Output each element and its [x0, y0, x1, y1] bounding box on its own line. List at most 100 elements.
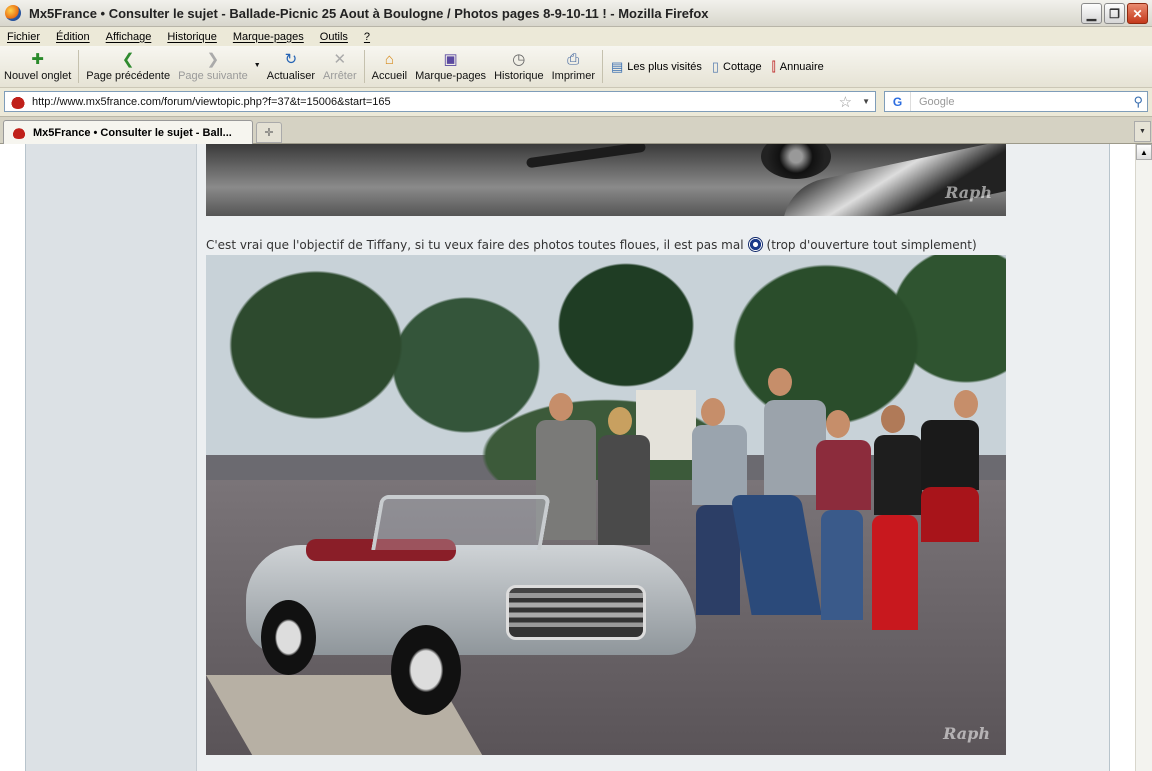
post-image-top: Raph	[206, 144, 1006, 216]
home-button[interactable]: ⌂ Accueil	[368, 46, 411, 87]
address-row: http://www.mx5france.com/forum/viewtopic…	[0, 88, 1152, 116]
photo-person	[921, 420, 979, 490]
history-label: Historique	[494, 70, 544, 82]
close-button[interactable]: ✕	[1127, 3, 1148, 24]
tab-active[interactable]: Mx5France • Consulter le sujet - Ball...	[3, 120, 253, 145]
photo-person-head	[826, 410, 850, 438]
chevron-down-icon: ▼	[253, 62, 261, 69]
forward-label: Page suivante	[178, 70, 248, 82]
print-label: Imprimer	[551, 70, 595, 82]
window-titlebar: Mx5France • Consulter le sujet - Ballade…	[0, 0, 1152, 27]
photo-car-windshield	[371, 495, 551, 550]
back-button[interactable]: ❮ Page précédente	[82, 46, 174, 87]
bookmark-label: Cottage	[723, 60, 762, 73]
photo-person-head	[881, 405, 905, 433]
post-text-before: C'est vrai que l'objectif de Tiffany, si…	[206, 237, 744, 252]
vertical-scrollbar[interactable]: ▲	[1135, 144, 1152, 771]
reload-icon: ↻	[284, 51, 298, 68]
menu-outils[interactable]: Outils	[320, 31, 348, 43]
photo-person	[874, 435, 922, 515]
forward-arrow-icon: ❯	[206, 51, 220, 68]
search-icon[interactable]: ⚲	[1133, 94, 1143, 110]
post-text-after: (trop d'ouverture tout simplement)	[766, 237, 977, 252]
history-dropdown-button[interactable]: ▼	[252, 46, 263, 87]
new-tab-plus-button[interactable]: ✛	[256, 122, 282, 143]
post-photo: Raph	[206, 255, 1006, 755]
bookmark-label: Annuaire	[779, 60, 824, 73]
scroll-up-button[interactable]: ▲	[1136, 144, 1152, 160]
post-text: C'est vrai que l'objectif de Tiffany, si…	[206, 237, 977, 252]
url-text[interactable]: http://www.mx5france.com/forum/viewtopic…	[32, 96, 839, 108]
toolbar-separator	[78, 50, 80, 83]
forward-button[interactable]: ❯ Page suivante	[174, 46, 252, 87]
bookmarks-button[interactable]: ▣ Marque-pages	[411, 46, 490, 87]
print-button[interactable]: ⎙ Imprimer	[548, 46, 599, 87]
annuaire-icon: ⫿	[771, 58, 776, 74]
minimize-button[interactable]: ▁	[1081, 3, 1102, 24]
menu-help[interactable]: ?	[364, 31, 370, 43]
clock-icon: ◷	[512, 51, 526, 68]
toolbar-separator	[601, 50, 603, 83]
home-label: Accueil	[371, 70, 408, 82]
tab-title: Mx5France • Consulter le sujet - Ball...	[33, 127, 232, 139]
image-detail	[525, 144, 647, 169]
window-title: Mx5France • Consulter le sujet - Ballade…	[29, 5, 709, 21]
bookmark-star-icon[interactable]: ☆	[839, 93, 852, 111]
new-tab-label: Nouvel onglet	[4, 70, 72, 82]
bookmark-folder-icon: ▤	[610, 58, 624, 74]
history-button[interactable]: ◷ Historique	[490, 46, 548, 87]
reload-button[interactable]: ↻ Actualiser	[263, 46, 319, 87]
maximize-button[interactable]: ❐	[1104, 3, 1125, 24]
window-controls: ▁ ❐ ✕	[1081, 3, 1148, 24]
photo-person	[696, 505, 740, 615]
smiley-icon	[747, 237, 763, 252]
home-icon: ⌂	[384, 50, 394, 68]
menu-historique[interactable]: Historique	[167, 31, 217, 43]
photo-person	[921, 487, 979, 542]
bookmark-annuaire[interactable]: ⫿ Annuaire	[767, 46, 829, 87]
back-arrow-icon: ❮	[121, 51, 135, 68]
back-label: Page précédente	[86, 70, 171, 82]
toolbar-separator	[363, 50, 365, 83]
photo-person	[816, 440, 871, 510]
menu-bar: Fichier Édition Affichage Historique Mar…	[0, 27, 1152, 46]
photo-car-wheel	[261, 600, 316, 675]
stop-button[interactable]: ✕ Arrêter	[319, 46, 361, 87]
navigation-toolbar: ✚ Nouvel onglet ❮ Page précédente ❯ Page…	[0, 46, 1152, 88]
new-tab-button[interactable]: ✚ Nouvel onglet	[0, 46, 75, 87]
url-dropdown-icon[interactable]: ▼	[862, 97, 870, 106]
firefox-icon	[5, 5, 21, 21]
page-icon: ▯	[711, 58, 720, 74]
photo-person	[692, 425, 747, 505]
photo-person-head	[608, 407, 632, 435]
google-engine-icon[interactable]: G	[885, 92, 911, 111]
bookmark-label: Les plus visités	[627, 60, 702, 73]
photo-person-head	[549, 393, 573, 421]
tab-favicon	[11, 127, 27, 139]
photo-person	[598, 435, 650, 545]
search-placeholder[interactable]: Google	[919, 96, 1133, 108]
page-content: Raph C'est vrai que l'objectif de Tiffan…	[0, 144, 1135, 771]
menu-fichier[interactable]: Fichier	[7, 31, 40, 43]
menu-marque-pages[interactable]: Marque-pages	[233, 31, 304, 43]
bookmarks-label: Marque-pages	[415, 70, 487, 82]
url-bar[interactable]: http://www.mx5france.com/forum/viewtopic…	[4, 91, 876, 112]
bookmarks-icon: ▣	[443, 51, 458, 68]
bookmark-cottage[interactable]: ▯ Cottage	[707, 46, 767, 87]
image-detail	[761, 144, 831, 179]
photo-person	[872, 515, 918, 630]
site-favicon	[10, 94, 26, 109]
new-tab-icon: ✚	[31, 51, 44, 68]
reload-label: Actualiser	[266, 70, 316, 82]
photo-car-wheel	[391, 625, 461, 715]
menu-edition[interactable]: Édition	[56, 31, 90, 43]
tab-list-button[interactable]: ▼	[1134, 121, 1151, 142]
menu-affichage[interactable]: Affichage	[106, 31, 152, 43]
stop-label: Arrêter	[323, 70, 357, 82]
photo-person-head	[768, 368, 792, 396]
search-bar[interactable]: G Google ⚲	[884, 91, 1148, 112]
photo-car-grille	[506, 585, 646, 640]
bookmark-most-visited[interactable]: ▤ Les plus visités	[606, 46, 707, 87]
printer-icon: ⎙	[567, 50, 580, 68]
photo-person	[821, 510, 863, 620]
